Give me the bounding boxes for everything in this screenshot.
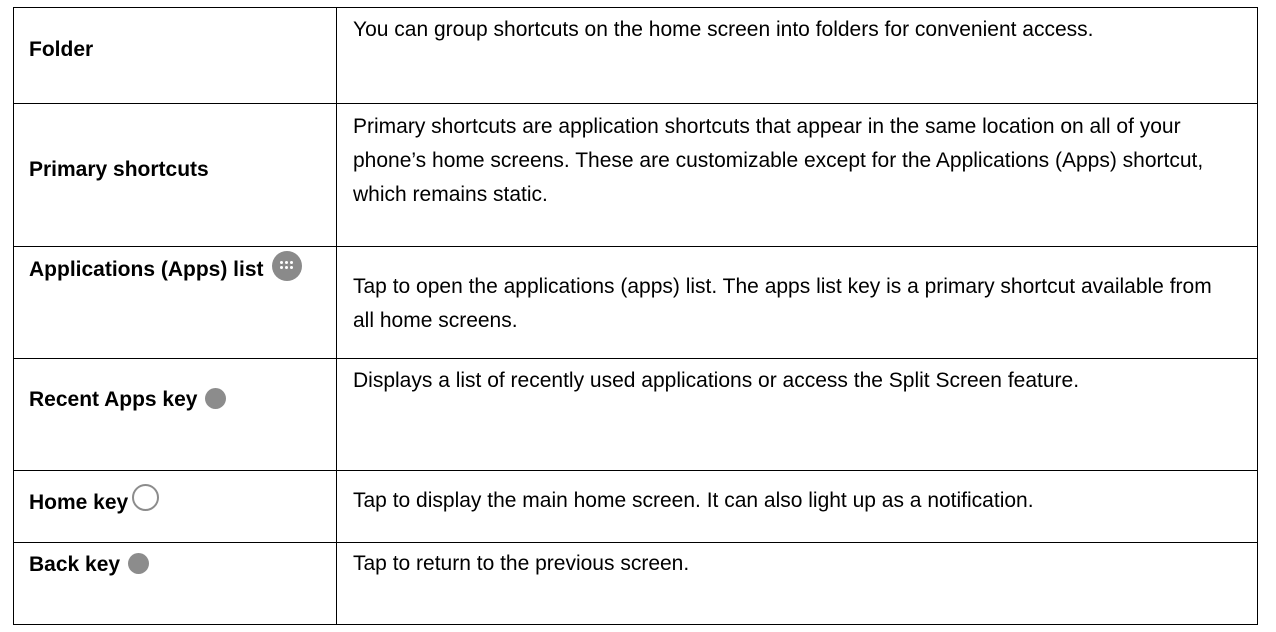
term-cell: Folder [13, 7, 337, 104]
term-text: Back key [29, 553, 121, 576]
term-cell: Back key [13, 542, 337, 625]
term-label: Primary shortcuts [29, 158, 209, 181]
apps-grid-icon [271, 251, 302, 282]
term-label: Folder [29, 38, 94, 61]
table-row: Back key Tap to return to the previous s… [13, 542, 1258, 625]
term-label: Back key [14, 543, 336, 582]
table-row: Folder You can group shortcuts on the ho… [13, 7, 1258, 104]
description-text: Tap to display the main home screen. It … [353, 489, 1034, 512]
shortcuts-reference-table: Folder You can group shortcuts on the ho… [13, 7, 1258, 625]
description-cell: Displays a list of recently used applica… [336, 358, 1258, 471]
back-key-icon [128, 552, 150, 574]
description-cell: Tap to display the main home screen. It … [336, 470, 1258, 543]
description-text: Tap to open the applications (apps) list… [353, 275, 1212, 332]
table-row: Applications (Apps) list Tap to open the… [13, 246, 1258, 359]
term-cell: Primary shortcuts [13, 103, 337, 247]
term-text: Applications (Apps) list [29, 258, 264, 281]
recent-apps-icon [205, 387, 227, 409]
description-cell: Tap to return to the previous screen. [336, 542, 1258, 625]
term-label: Applications (Apps) list [14, 247, 336, 287]
description-text: You can group shortcuts on the home scre… [353, 18, 1094, 41]
description-text: Tap to return to the previous screen. [353, 552, 690, 575]
description-text: Displays a list of recently used applica… [353, 369, 1080, 392]
table-row: Primary shortcuts Primary shortcuts are … [13, 103, 1258, 247]
term-cell: Home key [13, 470, 337, 543]
term-text: Home key [29, 491, 129, 514]
description-cell: You can group shortcuts on the home scre… [336, 7, 1258, 104]
term-label: Recent Apps key [14, 359, 336, 417]
description-cell: Primary shortcuts are application shortc… [336, 103, 1258, 247]
table-row: Home key Tap to display the main home sc… [13, 470, 1258, 543]
description-cell: Tap to open the applications (apps) list… [336, 246, 1258, 359]
description-text: Primary shortcuts are application shortc… [353, 115, 1204, 206]
term-cell: Applications (Apps) list [13, 246, 337, 359]
home-circle-icon [132, 483, 160, 511]
table-row: Recent Apps key Displays a list of recen… [13, 358, 1258, 471]
term-text: Recent Apps key [29, 388, 198, 411]
term-label: Home key [14, 471, 336, 520]
term-cell: Recent Apps key [13, 358, 337, 471]
